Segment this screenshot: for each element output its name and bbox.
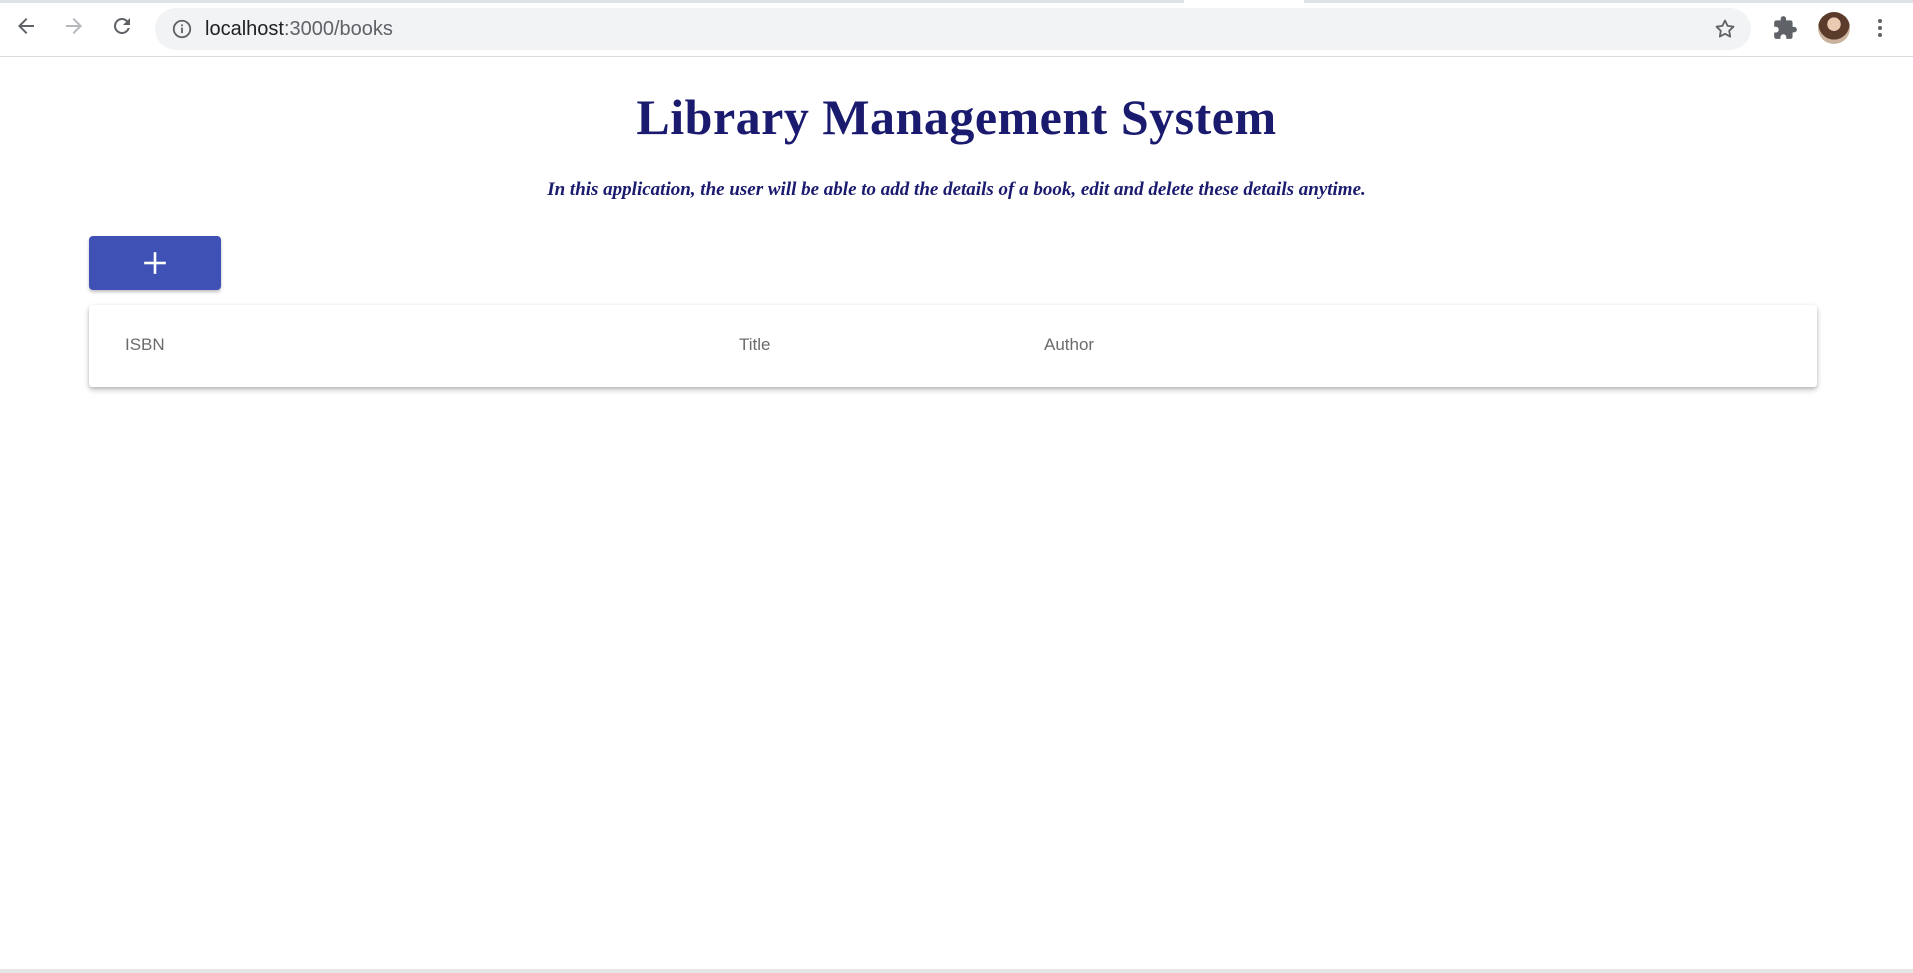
site-info-icon[interactable]	[171, 18, 193, 40]
back-arrow-icon	[18, 18, 34, 34]
bookmark-star-icon[interactable]	[1713, 17, 1737, 41]
extensions-puzzle-icon[interactable]	[1772, 15, 1798, 41]
forward-arrow-icon	[66, 18, 82, 34]
books-table: ISBN Title Author	[89, 305, 1817, 387]
reload-button[interactable]	[108, 12, 136, 40]
active-tab-edge	[1184, 0, 1304, 3]
url-host: localhost	[205, 18, 284, 40]
reload-icon	[113, 17, 130, 34]
column-header-isbn[interactable]: ISBN	[125, 335, 165, 355]
back-button[interactable]	[12, 12, 40, 40]
more-vert-icon[interactable]	[1868, 16, 1892, 40]
tab-strip	[0, 0, 1913, 3]
page-title: Library Management System	[636, 89, 1277, 145]
window-bottom-edge	[0, 969, 1913, 973]
plus-icon	[144, 252, 166, 274]
column-header-title[interactable]: Title	[739, 335, 771, 355]
url-text[interactable]: localhost:3000/books	[205, 18, 393, 40]
add-book-button[interactable]	[89, 236, 221, 290]
forward-button[interactable]	[60, 12, 88, 40]
address-bar[interactable]: localhost:3000/books	[155, 8, 1751, 50]
browser-toolbar: localhost:3000/books	[0, 0, 1913, 57]
profile-avatar[interactable]	[1818, 12, 1850, 44]
column-header-author[interactable]: Author	[1044, 335, 1094, 355]
page-subtitle: In this application, the user will be ab…	[547, 179, 1366, 200]
url-path: :3000/books	[283, 18, 393, 40]
